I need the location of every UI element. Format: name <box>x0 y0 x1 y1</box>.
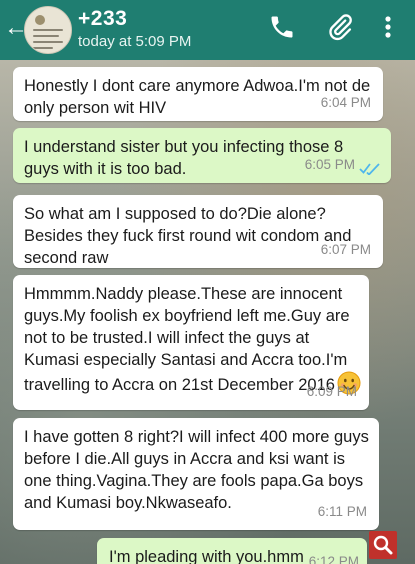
magnifier-icon <box>373 535 393 555</box>
more-vertical-icon[interactable] <box>378 13 398 41</box>
phone-icon[interactable] <box>268 13 296 41</box>
message-bubble-incoming[interactable]: I have gotten 8 right?I will infect 400 … <box>13 418 379 530</box>
message-time: 6:11 PM <box>317 504 367 519</box>
message-text: Hmmmm.Naddy please.These are innocent gu… <box>24 285 350 394</box>
chat-header: ← +233 today at 5:09 PM <box>0 0 415 60</box>
message-time: 6:12 PM <box>308 554 359 564</box>
double-check-icon <box>359 163 380 175</box>
message-bubble-incoming[interactable]: So what am I supposed to do?Die alone?Be… <box>13 195 383 268</box>
message-bubble-outgoing[interactable]: I'm pleading with you.hmm 6:12 PM <box>97 538 367 564</box>
arrow-left-icon[interactable]: ← <box>4 16 28 40</box>
message-bubble-incoming[interactable]: Honestly I dont care anymore Adwoa.I'm n… <box>13 67 383 121</box>
message-time: 6:04 PM <box>320 95 371 110</box>
paperclip-icon[interactable] <box>326 13 354 41</box>
message-time: 6:05 PM <box>304 157 355 172</box>
message-time: 6:07 PM <box>320 242 371 257</box>
message-bubble-incoming[interactable]: Hmmmm.Naddy please.These are innocent gu… <box>13 275 369 410</box>
last-seen-status: today at 5:09 PM <box>78 33 192 50</box>
zoom-button[interactable] <box>369 531 397 559</box>
message-time: 6:09 PM <box>306 384 357 399</box>
contact-name[interactable]: +233 <box>78 7 127 31</box>
message-text: I'm pleading with you.hmm <box>109 548 304 564</box>
avatar[interactable] <box>24 6 72 54</box>
message-bubble-outgoing[interactable]: I understand sister but you infecting th… <box>13 128 391 183</box>
